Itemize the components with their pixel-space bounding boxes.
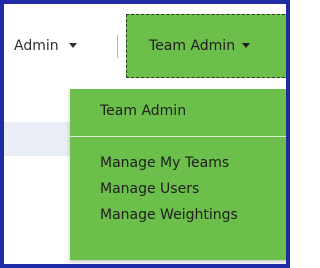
navbar-separator [117, 35, 118, 58]
menu-item-manage-my-teams[interactable]: Manage My Teams [70, 151, 286, 175]
menu-item-label: Manage My Teams [100, 155, 230, 171]
menu-divider [70, 136, 286, 137]
chevron-down-icon [69, 42, 78, 48]
navbar: Admin Team Admin [4, 4, 286, 90]
menu-item-label: Manage Users [100, 181, 200, 197]
chevron-down-icon [242, 42, 251, 48]
team-admin-menu-label: Team Admin [149, 38, 236, 54]
menu-item-team-admin[interactable]: Team Admin [70, 99, 286, 123]
menu-item-label: Team Admin [100, 103, 187, 119]
admin-menu-toggle[interactable]: Admin [14, 34, 78, 58]
team-admin-menu-toggle[interactable]: Team Admin [126, 14, 286, 78]
team-admin-dropdown-menu: Team Admin Manage My Teams Manage Users … [70, 89, 286, 260]
menu-item-manage-users[interactable]: Manage Users [70, 177, 286, 201]
screenshot-frame: Admin Team Admin Team Admin Manage My Te… [0, 0, 290, 268]
menu-item-manage-weightings[interactable]: Manage Weightings [70, 203, 286, 227]
menu-item-label: Manage Weightings [100, 207, 238, 223]
admin-menu-label: Admin [14, 38, 59, 54]
